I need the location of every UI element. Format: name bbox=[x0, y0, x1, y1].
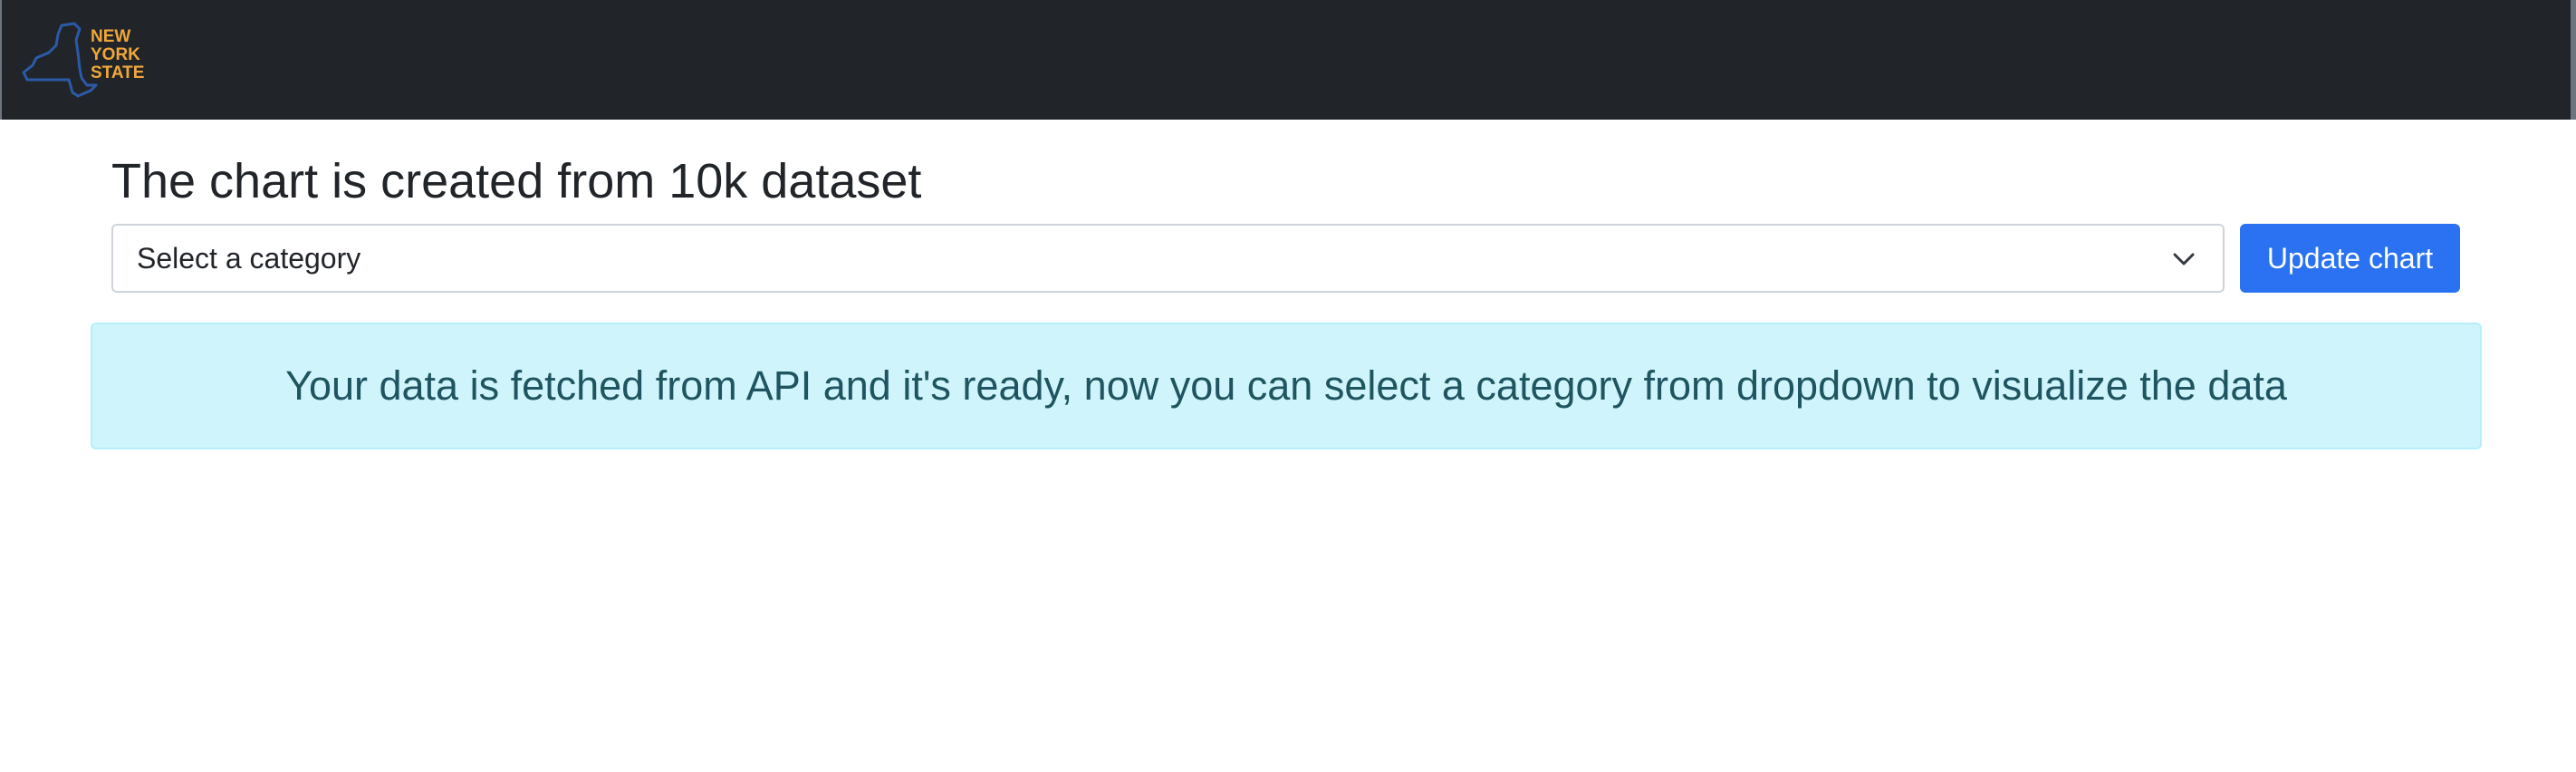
category-select-value: Select a category bbox=[137, 242, 361, 275]
logo-line-2: YORK bbox=[91, 45, 140, 64]
alert-message: Your data is fetched from API and it's r… bbox=[285, 362, 2287, 409]
logo-line-1: NEW bbox=[91, 27, 130, 46]
new-york-state-logo: NEW YORK STATE bbox=[22, 22, 144, 98]
category-select[interactable]: Select a category bbox=[111, 224, 2225, 293]
brand-logo-link[interactable]: NEW YORK STATE bbox=[22, 22, 149, 98]
logo-line-3: STATE bbox=[91, 63, 144, 82]
new-york-state-outline-icon bbox=[22, 22, 98, 98]
page: NEW YORK STATE The chart is created from… bbox=[0, 0, 2576, 772]
info-alert: Your data is fetched from API and it's r… bbox=[91, 323, 2482, 449]
chevron-down-icon bbox=[2173, 253, 2195, 265]
page-title: The chart is created from 10k dataset bbox=[111, 154, 922, 208]
top-navbar: NEW YORK STATE bbox=[0, 0, 2576, 120]
update-chart-button[interactable]: Update chart bbox=[2240, 224, 2460, 293]
main-content: The chart is created from 10k dataset Se… bbox=[0, 120, 2576, 772]
